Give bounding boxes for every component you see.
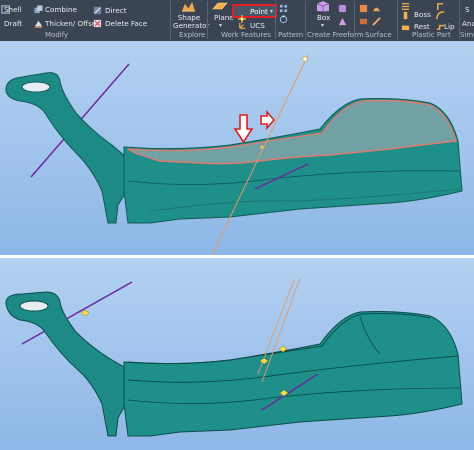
model-part[interactable] bbox=[5, 72, 463, 224]
stitch-surface-icon[interactable] bbox=[359, 4, 368, 13]
analysis-button[interactable]: Ana bbox=[462, 19, 474, 28]
delete-face-button[interactable]: Delete Face bbox=[105, 19, 147, 28]
stress-analysis-button[interactable]: S bbox=[465, 5, 470, 14]
direct-icon bbox=[93, 6, 102, 15]
group-separator bbox=[170, 1, 171, 39]
circular-pattern-icon[interactable] bbox=[279, 15, 288, 24]
plastic-part-group-label: Plastic Part bbox=[412, 31, 451, 39]
ucs-button[interactable]: UCS bbox=[250, 21, 265, 30]
group-separator bbox=[354, 1, 355, 39]
point-dropdown-chevron-icon[interactable]: ▾ bbox=[270, 8, 273, 15]
point-button-label: Point bbox=[250, 7, 268, 16]
model-part[interactable] bbox=[5, 291, 463, 437]
ribbon: Shell Draft Combine Thicken/ Offset Dire… bbox=[0, 0, 474, 41]
combine-button[interactable]: Combine bbox=[45, 5, 77, 14]
boss-button[interactable]: Boss bbox=[414, 10, 431, 19]
shape-generator-button-line2[interactable]: Generator bbox=[173, 21, 210, 30]
group-separator bbox=[305, 1, 306, 39]
ucs-icon bbox=[238, 21, 247, 30]
modify-group-label: Modify bbox=[45, 31, 69, 39]
rest-icon bbox=[401, 22, 410, 31]
freeform-box-icon bbox=[315, 0, 331, 12]
thicken-offset-button[interactable]: Thicken/ Offset bbox=[45, 19, 99, 28]
patch-surface-icon[interactable] bbox=[372, 4, 381, 13]
combine-icon bbox=[34, 5, 43, 14]
rule-fillet-icon[interactable] bbox=[436, 11, 445, 20]
simulation-group-label: Simu bbox=[460, 31, 474, 39]
plane-icon bbox=[212, 1, 228, 11]
work-features-group-label: Work Features bbox=[221, 31, 272, 39]
rectangular-pattern-icon[interactable] bbox=[279, 4, 288, 13]
plane-dropdown-chevron-icon[interactable]: ▾ bbox=[219, 21, 222, 30]
direct-button[interactable]: Direct bbox=[105, 6, 127, 15]
graphics-viewport-bottom[interactable] bbox=[0, 258, 474, 450]
group-separator bbox=[275, 1, 276, 39]
sculpt-icon[interactable] bbox=[359, 17, 368, 26]
freeform-shape-icon[interactable] bbox=[338, 4, 347, 13]
red-right-arrow-icon bbox=[260, 109, 276, 131]
box-dropdown-chevron-icon[interactable]: ▾ bbox=[321, 21, 324, 30]
explore-group-label: Explore bbox=[179, 31, 206, 39]
thicken-offset-icon bbox=[34, 19, 43, 28]
snap-fit-icon[interactable] bbox=[436, 2, 445, 11]
create-freeform-group-label: Create Freeform bbox=[307, 31, 364, 39]
draft-button[interactable]: Draft bbox=[4, 19, 22, 28]
boss-icon bbox=[401, 11, 410, 20]
trim-surface-icon[interactable] bbox=[372, 17, 381, 26]
sketch-endpoint[interactable] bbox=[302, 56, 308, 62]
group-separator bbox=[397, 1, 398, 39]
freeform-face-icon[interactable] bbox=[338, 17, 347, 26]
pattern-group-label: Pattern bbox=[278, 31, 304, 39]
shape-generator-icon bbox=[181, 1, 196, 12]
inventor-window: Shell Draft Combine Thicken/ Offset Dire… bbox=[0, 0, 474, 450]
delete-face-icon bbox=[93, 19, 102, 28]
graphics-viewport-top[interactable] bbox=[0, 41, 474, 255]
lip-button[interactable]: Lip bbox=[444, 22, 455, 31]
rest-button[interactable]: Rest bbox=[414, 22, 430, 31]
grill-icon[interactable] bbox=[401, 2, 410, 11]
plane-button[interactable]: Plane bbox=[214, 13, 234, 22]
shell-button[interactable]: Shell bbox=[4, 5, 22, 14]
point-icon bbox=[238, 8, 246, 23]
work-point-preview bbox=[260, 145, 264, 149]
point-button[interactable]: Point ▾ bbox=[232, 4, 277, 23]
red-down-arrow-icon bbox=[233, 114, 254, 144]
group-separator bbox=[207, 1, 208, 39]
surface-group-label: Surface bbox=[365, 31, 392, 39]
